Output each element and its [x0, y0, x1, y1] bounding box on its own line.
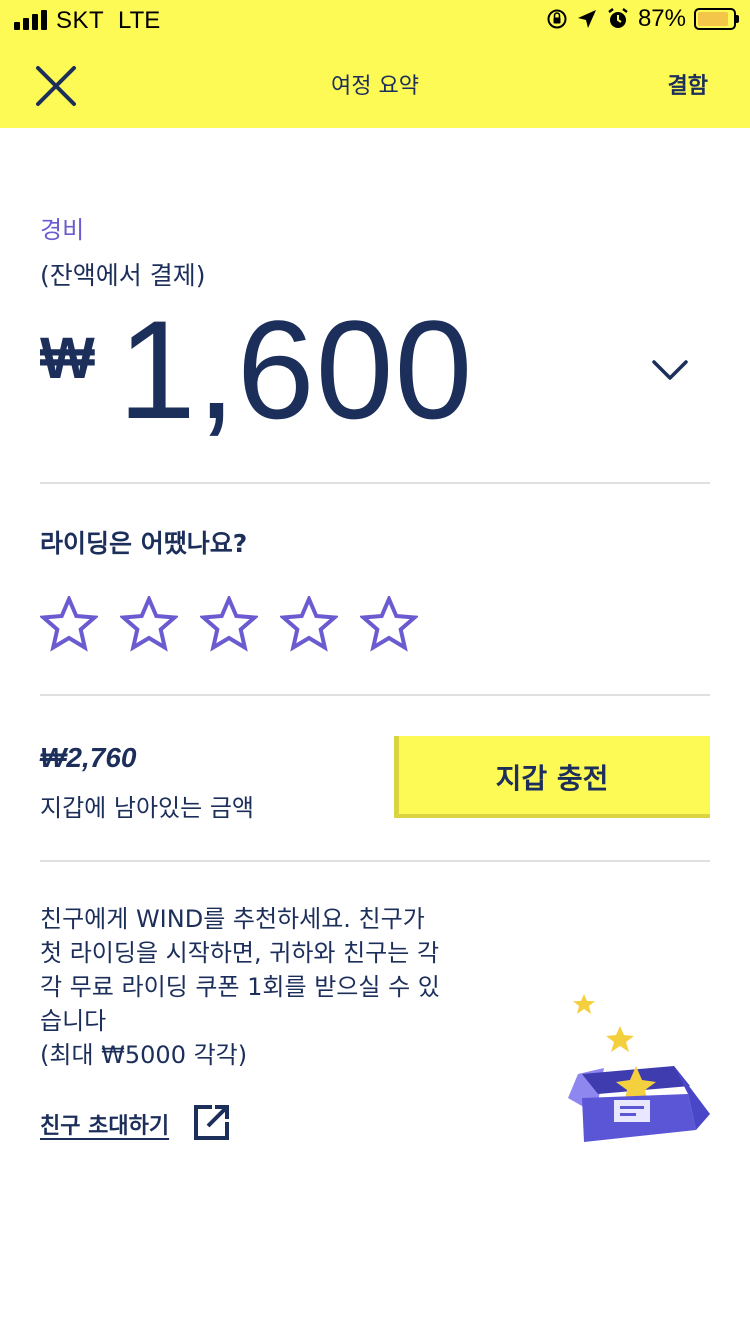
fee-label: 경비 [40, 216, 85, 244]
referral-description: 친구에게 WIND를 추천하세요. 친구가 첫 라이딩을 시작하면, 귀하와 친… [40, 902, 490, 1072]
rating-question: 라이딩은 어땠나요? [40, 529, 248, 558]
divider [40, 694, 710, 696]
page-title: 여정 요약 [331, 74, 419, 99]
currency-symbol: ₩ [40, 326, 95, 391]
battery-icon [694, 8, 739, 30]
report-issue-button[interactable]: 결함 [668, 68, 708, 100]
carrier-name: SKT [56, 7, 105, 34]
wallet-topup-button[interactable]: 지갑 충전 [394, 736, 710, 818]
referral-line: (최대 ₩5000 각각) [40, 1041, 248, 1069]
external-link-icon[interactable] [192, 1102, 232, 1142]
star-3-icon[interactable] [200, 596, 258, 652]
fee-sublabel: (잔액에서 결제) [40, 261, 206, 290]
fee-amount: 1,600 [118, 291, 474, 448]
referral-line: 첫 라이딩을 시작하면, 귀하와 친구는 각 [40, 939, 440, 967]
divider [40, 482, 710, 484]
orientation-lock-icon [547, 9, 567, 29]
status-right: 87% [546, 5, 739, 33]
star-1-icon[interactable] [40, 596, 98, 652]
wallet-description: 지갑에 남아있는 금액 [40, 794, 254, 822]
referral-line: 친구에게 WIND를 추천하세요. 친구가 [40, 905, 425, 933]
invite-friends-link[interactable]: 친구 초대하기 [40, 1108, 169, 1140]
battery-percent: 87% [637, 5, 686, 32]
battery-fill [698, 12, 728, 26]
wallet-balance: ₩2,760 [40, 742, 137, 773]
chevron-down-icon[interactable] [650, 352, 690, 388]
status-bar: SKT LTE 87% [0, 0, 750, 40]
divider [40, 860, 710, 862]
alarm-icon [608, 8, 628, 28]
star-5-icon[interactable] [360, 596, 418, 652]
gift-box-illustration [568, 994, 710, 1142]
network-type: LTE [118, 7, 161, 34]
referral-line: 각 무료 라이딩 쿠폰 1회를 받으실 수 있 [40, 973, 440, 1001]
star-4-icon[interactable] [280, 596, 338, 652]
location-arrow-icon [577, 10, 596, 28]
star-rating [40, 596, 418, 652]
star-2-icon[interactable] [120, 596, 178, 652]
nav-bar: 여정 요약 결함 [0, 40, 750, 128]
signal-icon [14, 10, 48, 30]
referral-line: 습니다 [40, 1007, 107, 1035]
